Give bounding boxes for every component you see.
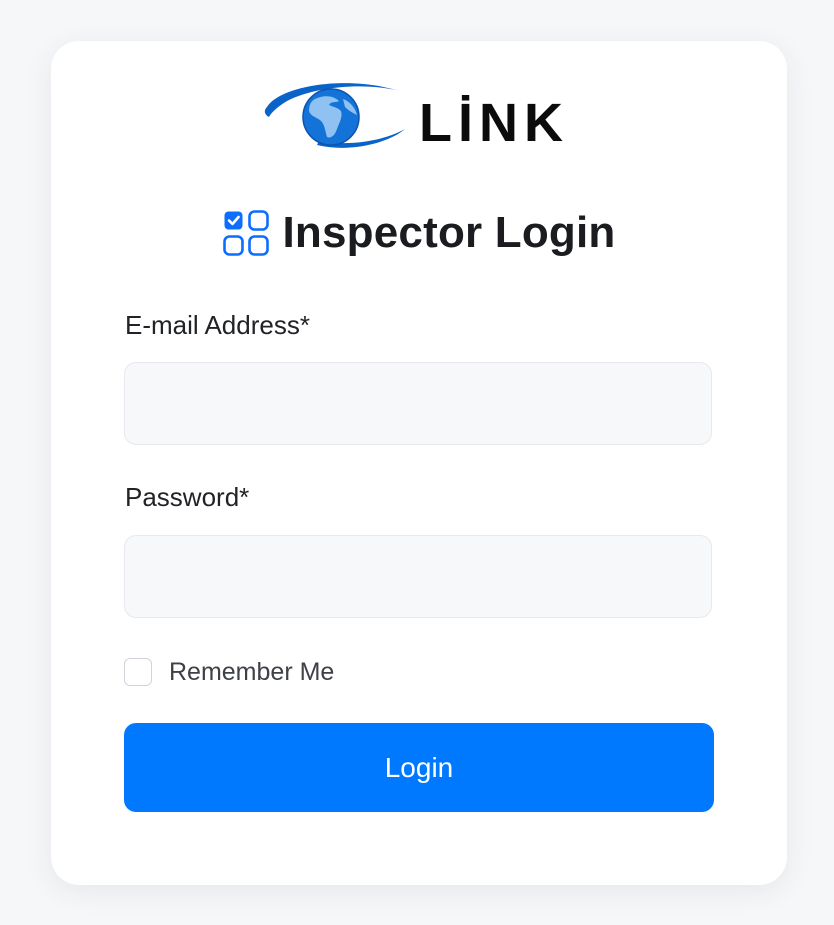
password-label: Password* bbox=[125, 482, 250, 512]
remember-me-label[interactable]: Remember Me bbox=[169, 658, 334, 687]
email-label: E-mail Address* bbox=[125, 310, 310, 340]
password-input[interactable] bbox=[124, 535, 712, 618]
remember-me-row[interactable]: Remember Me bbox=[124, 657, 334, 687]
email-input[interactable] bbox=[124, 362, 712, 445]
link-logo: LİNK bbox=[259, 77, 579, 153]
remember-me-checkbox[interactable] bbox=[124, 658, 152, 686]
logo-wordmark: LİNK bbox=[419, 93, 569, 153]
login-card: LİNK Inspector Login E-mail Address* Pas… bbox=[51, 41, 787, 885]
login-button[interactable]: Login bbox=[124, 723, 714, 812]
title-row: Inspector Login bbox=[51, 206, 787, 260]
grid-check-icon bbox=[222, 210, 269, 256]
page-title: Inspector Login bbox=[282, 208, 616, 257]
link-logo-image: LİNK bbox=[264, 83, 569, 153]
